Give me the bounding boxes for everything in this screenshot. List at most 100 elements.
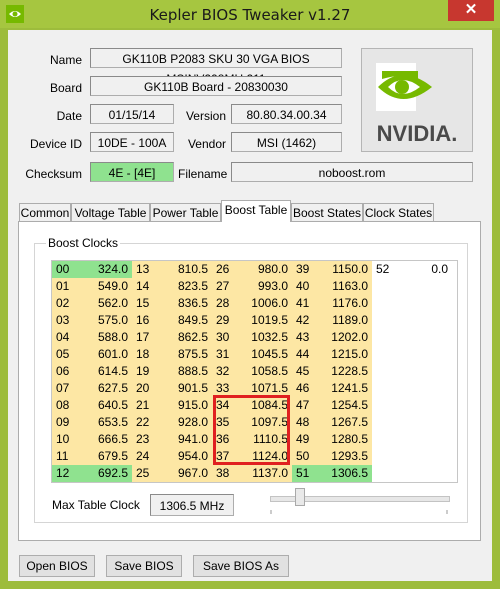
boost-clock-value-34[interactable]: 1084.5	[240, 397, 292, 414]
boost-clock-value-29[interactable]: 1019.5	[240, 312, 292, 329]
boost-index-01: 01	[52, 278, 80, 295]
boost-clock-value-25[interactable]: 967.0	[160, 465, 212, 482]
boost-clock-value-43[interactable]: 1202.0	[320, 329, 372, 346]
version-label: Version	[185, 109, 226, 123]
boost-clock-value-02[interactable]: 562.0	[80, 295, 132, 312]
boost-clock-value-30[interactable]: 1032.5	[240, 329, 292, 346]
boost-clock-value-13[interactable]: 810.5	[160, 261, 212, 278]
boost-clock-value-40[interactable]: 1163.0	[320, 278, 372, 295]
boost-clock-value-52[interactable]: 0.0	[400, 261, 452, 278]
clock-slider-thumb[interactable]	[295, 488, 306, 506]
boost-clock-value-00[interactable]: 324.0	[80, 261, 132, 278]
boost-index-38: 38	[212, 465, 240, 482]
boost-clock-value-03[interactable]: 575.0	[80, 312, 132, 329]
boost-clock-value-18[interactable]: 875.5	[160, 346, 212, 363]
boost-clock-value-16[interactable]: 849.5	[160, 312, 212, 329]
boost-clock-value-32[interactable]: 1058.5	[240, 363, 292, 380]
boost-clock-value-07[interactable]: 627.5	[80, 380, 132, 397]
boost-clock-value-04[interactable]: 588.0	[80, 329, 132, 346]
boost-clock-value-37[interactable]: 1124.0	[240, 448, 292, 465]
close-button[interactable]: ✕	[448, 0, 494, 21]
boost-index-40: 40	[292, 278, 320, 295]
boost-clock-value-42[interactable]: 1189.0	[320, 312, 372, 329]
tab-voltage-table[interactable]: Voltage Table	[71, 203, 150, 221]
boost-clock-value-46[interactable]: 1241.5	[320, 380, 372, 397]
boost-clock-value-11[interactable]: 679.5	[80, 448, 132, 465]
boost-clock-value-41[interactable]: 1176.0	[320, 295, 372, 312]
boost-index-52: 52	[372, 261, 400, 278]
boost-clock-value-23[interactable]: 941.0	[160, 431, 212, 448]
boost-clock-value-17[interactable]: 862.5	[160, 329, 212, 346]
boost-clock-value-31[interactable]: 1045.5	[240, 346, 292, 363]
device-id-label: Device ID	[29, 137, 82, 151]
boost-index-37: 37	[212, 448, 240, 465]
boost-clock-value-27[interactable]: 993.0	[240, 278, 292, 295]
boost-clock-value-08[interactable]: 640.5	[80, 397, 132, 414]
boost-clock-value-09[interactable]: 653.5	[80, 414, 132, 431]
boost-index-48: 48	[292, 414, 320, 431]
save-bios-as-button[interactable]: Save BIOS As	[193, 555, 289, 577]
boost-clock-value-26[interactable]: 980.0	[240, 261, 292, 278]
name-field[interactable]: GK110B P2083 SKU 30 VGA BIOS MSINV298MH.…	[90, 48, 342, 86]
tab-boost-table[interactable]: Boost Table	[221, 200, 291, 222]
boost-clock-value-36[interactable]: 1110.5	[240, 431, 292, 448]
boost-clock-value-28[interactable]: 1006.0	[240, 295, 292, 312]
boost-index-21: 21	[132, 397, 160, 414]
boost-clock-value-10[interactable]: 666.5	[80, 431, 132, 448]
boost-clock-value-24[interactable]: 954.0	[160, 448, 212, 465]
checksum-field[interactable]: 4E - [4E]	[90, 162, 174, 182]
boost-clock-value-45[interactable]: 1228.5	[320, 363, 372, 380]
boost-index-05: 05	[52, 346, 80, 363]
boost-clock-value-50[interactable]: 1293.5	[320, 448, 372, 465]
name-label: Name	[49, 53, 82, 67]
boost-index-22: 22	[132, 414, 160, 431]
tab-power-table[interactable]: Power Table	[150, 203, 221, 221]
boost-clock-value-15[interactable]: 836.5	[160, 295, 212, 312]
boost-clock-value-49[interactable]: 1280.5	[320, 431, 372, 448]
vendor-field[interactable]: MSI (1462)	[231, 132, 342, 152]
boost-clock-value-14[interactable]: 823.5	[160, 278, 212, 295]
date-field[interactable]: 01/15/14	[90, 104, 174, 124]
boost-clock-value-20[interactable]: 901.5	[160, 380, 212, 397]
boost-index-49: 49	[292, 431, 320, 448]
save-bios-button[interactable]: Save BIOS	[106, 555, 182, 577]
vendor-label: Vendor	[187, 137, 226, 151]
tab-clock-states[interactable]: Clock States	[363, 203, 434, 221]
boost-clock-value-01[interactable]: 549.0	[80, 278, 132, 295]
max-table-clock-field[interactable]: 1306.5 MHz	[150, 494, 234, 516]
boost-index-47: 47	[292, 397, 320, 414]
boost-index-11: 11	[52, 448, 80, 465]
filename-field[interactable]: noboost.rom	[231, 162, 473, 182]
boost-clock-value-33[interactable]: 1071.5	[240, 380, 292, 397]
max-table-clock-label: Max Table Clock	[52, 498, 140, 512]
board-field[interactable]: GK110B Board - 20830030	[90, 76, 342, 96]
boost-clock-value-12[interactable]: 692.5	[80, 465, 132, 482]
boost-index-08: 08	[52, 397, 80, 414]
boost-index-14: 14	[132, 278, 160, 295]
boost-clock-value-22[interactable]: 928.0	[160, 414, 212, 431]
boost-clock-value-06[interactable]: 614.5	[80, 363, 132, 380]
boost-clock-value-35[interactable]: 1097.5	[240, 414, 292, 431]
boost-index-39: 39	[292, 261, 320, 278]
boost-index-45: 45	[292, 363, 320, 380]
title-bar[interactable]: Kepler BIOS Tweaker v1.27 ✕	[0, 0, 500, 28]
board-label: Board	[49, 81, 82, 95]
boost-clock-value-51[interactable]: 1306.5	[320, 465, 372, 482]
boost-clock-value-39[interactable]: 1150.0	[320, 261, 372, 278]
boost-index-28: 28	[212, 295, 240, 312]
boost-clock-value-47[interactable]: 1254.5	[320, 397, 372, 414]
nvidia-logo: NVIDIA.	[361, 48, 473, 152]
open-bios-button[interactable]: Open BIOS	[19, 555, 95, 577]
boost-clock-value-44[interactable]: 1215.0	[320, 346, 372, 363]
boost-index-33: 33	[212, 380, 240, 397]
tab-boost-states[interactable]: Boost States	[291, 203, 363, 221]
boost-clock-value-19[interactable]: 888.5	[160, 363, 212, 380]
boost-index-51: 51	[292, 465, 320, 482]
boost-clock-value-21[interactable]: 915.0	[160, 397, 212, 414]
boost-clock-value-48[interactable]: 1267.5	[320, 414, 372, 431]
boost-clock-value-38[interactable]: 1137.0	[240, 465, 292, 482]
version-field[interactable]: 80.80.34.00.34	[231, 104, 342, 124]
boost-clock-value-05[interactable]: 601.0	[80, 346, 132, 363]
device-id-field[interactable]: 10DE - 100A	[90, 132, 174, 152]
tab-common[interactable]: Common	[19, 203, 71, 221]
